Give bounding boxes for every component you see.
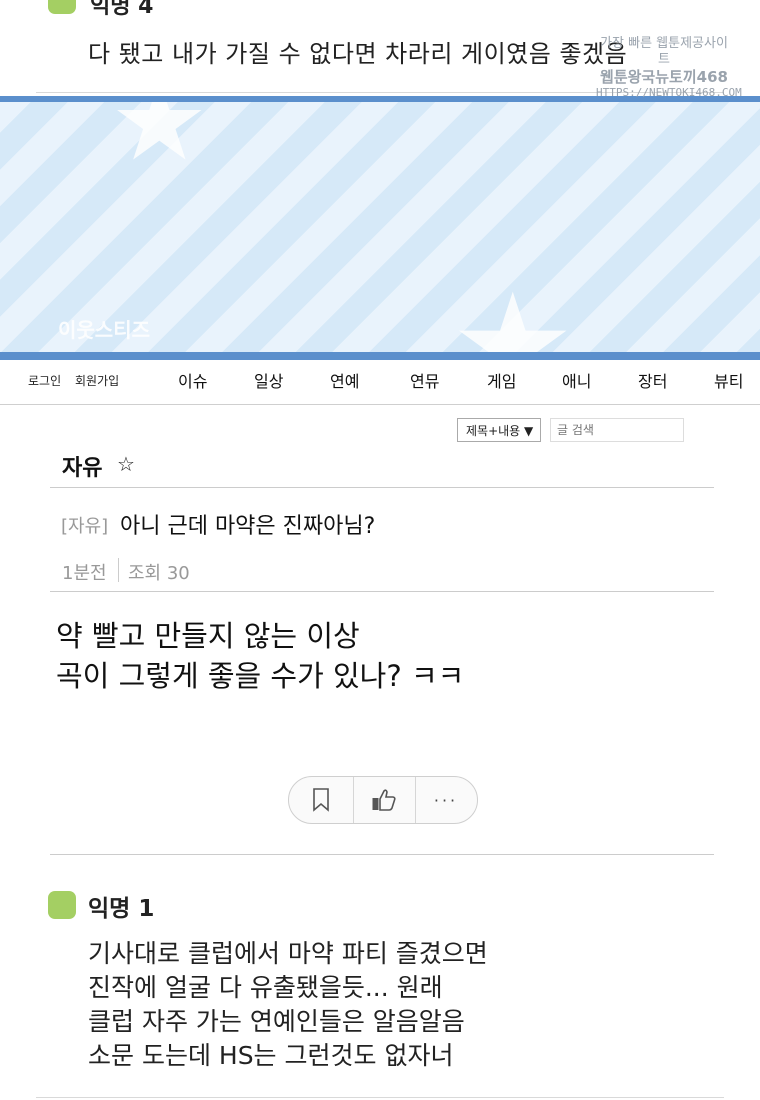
- post-body: 약 빨고 만들지 않는 이상 곡이 그렇게 좋을 수가 있나? ㅋㅋ: [56, 616, 464, 696]
- comment-line: 소문 도는데 HS는 그런것도 없자너: [88, 1041, 454, 1070]
- login-link[interactable]: 로그인: [28, 372, 61, 389]
- like-button[interactable]: [353, 777, 416, 823]
- banner-bottom-stripe: [0, 352, 760, 360]
- site-logo[interactable]: 이웃스티즈: [58, 314, 150, 343]
- nav-item-musical[interactable]: 연뮤: [410, 368, 439, 392]
- comment-line: 기사대로 클럽에서 마약 파티 즐겼으면: [88, 939, 488, 968]
- post-body-line: 곡이 그렇게 좋을 수가 있나? ㅋㅋ: [56, 659, 465, 693]
- divider: [50, 487, 714, 488]
- nav-item-game[interactable]: 게임: [487, 368, 516, 392]
- comment-author: 익명 1: [88, 896, 155, 922]
- nav-item-market[interactable]: 장터: [638, 368, 667, 392]
- thumbs-up-icon: [372, 789, 396, 811]
- watermark-line: 웹툰왕국뉴토끼468: [600, 68, 728, 86]
- comment-line: 클럽 자주 가는 연예인들은 알음알음: [88, 1007, 465, 1036]
- post-views: 조회 30: [128, 563, 190, 584]
- comment-badge: [48, 891, 76, 919]
- watermark-line: HTTPS://NEWTOKI468.COM: [596, 86, 742, 99]
- post-action-bar: ···: [288, 776, 478, 824]
- post-time: 1분전: [62, 563, 107, 584]
- comment-text: 기사대로 클럽에서 마약 파티 즐겼으면 진작에 얼굴 다 유출됐을듯... 원…: [88, 937, 488, 1073]
- star-decoration-icon: ★: [110, 96, 209, 185]
- board-title: 자유: [62, 456, 103, 481]
- watermark: 가장 빠른 웹툰제공사이트 웹툰왕국뉴토끼468 HTTPS://NEWTOKI…: [596, 36, 742, 100]
- site-banner: ★ ★ 이웃스티즈: [0, 96, 760, 360]
- signup-link[interactable]: 회원가입: [75, 372, 119, 389]
- favorite-star-icon[interactable]: ☆: [117, 452, 135, 476]
- nav-item-issue[interactable]: 이슈: [178, 368, 207, 392]
- bookmark-button[interactable]: [289, 777, 354, 823]
- post-category: [자유]: [61, 516, 109, 537]
- comment-author: 익명 4: [90, 0, 154, 19]
- nav-item-daily[interactable]: 일상: [254, 368, 283, 392]
- post-body-line: 약 빨고 만들지 않는 이상: [56, 619, 360, 653]
- comment-line: 진작에 얼굴 다 유출됐을듯... 원래: [88, 973, 443, 1002]
- star-decoration-icon: ★: [450, 264, 576, 361]
- nav-item-beauty[interactable]: 뷰티: [714, 368, 743, 392]
- divider: [50, 591, 714, 592]
- comment-text: 다 됐고 내가 가질 수 없다면 차라리 게이였음 좋겠음: [88, 40, 628, 68]
- meta-separator: [118, 558, 119, 582]
- comment-badge: [48, 0, 76, 14]
- watermark-line: 가장 빠른 웹툰제공사이트: [600, 36, 728, 67]
- bookmark-icon: [313, 788, 329, 812]
- nav-item-entertainment[interactable]: 연예: [330, 368, 359, 392]
- divider: [50, 854, 714, 855]
- nav-item-anime[interactable]: 애니: [562, 368, 591, 392]
- main-nav: 로그인 회원가입 이슈 일상 연예 연뮤 게임 애니 장터 뷰티: [0, 360, 760, 405]
- more-options-button[interactable]: ···: [415, 777, 477, 823]
- divider: [36, 1097, 724, 1098]
- search-scope-select[interactable]: 제목+내용 ▼: [457, 418, 541, 442]
- post-title: 아니 근데 마약은 진짜아님?: [120, 514, 376, 539]
- search-input[interactable]: [550, 418, 684, 442]
